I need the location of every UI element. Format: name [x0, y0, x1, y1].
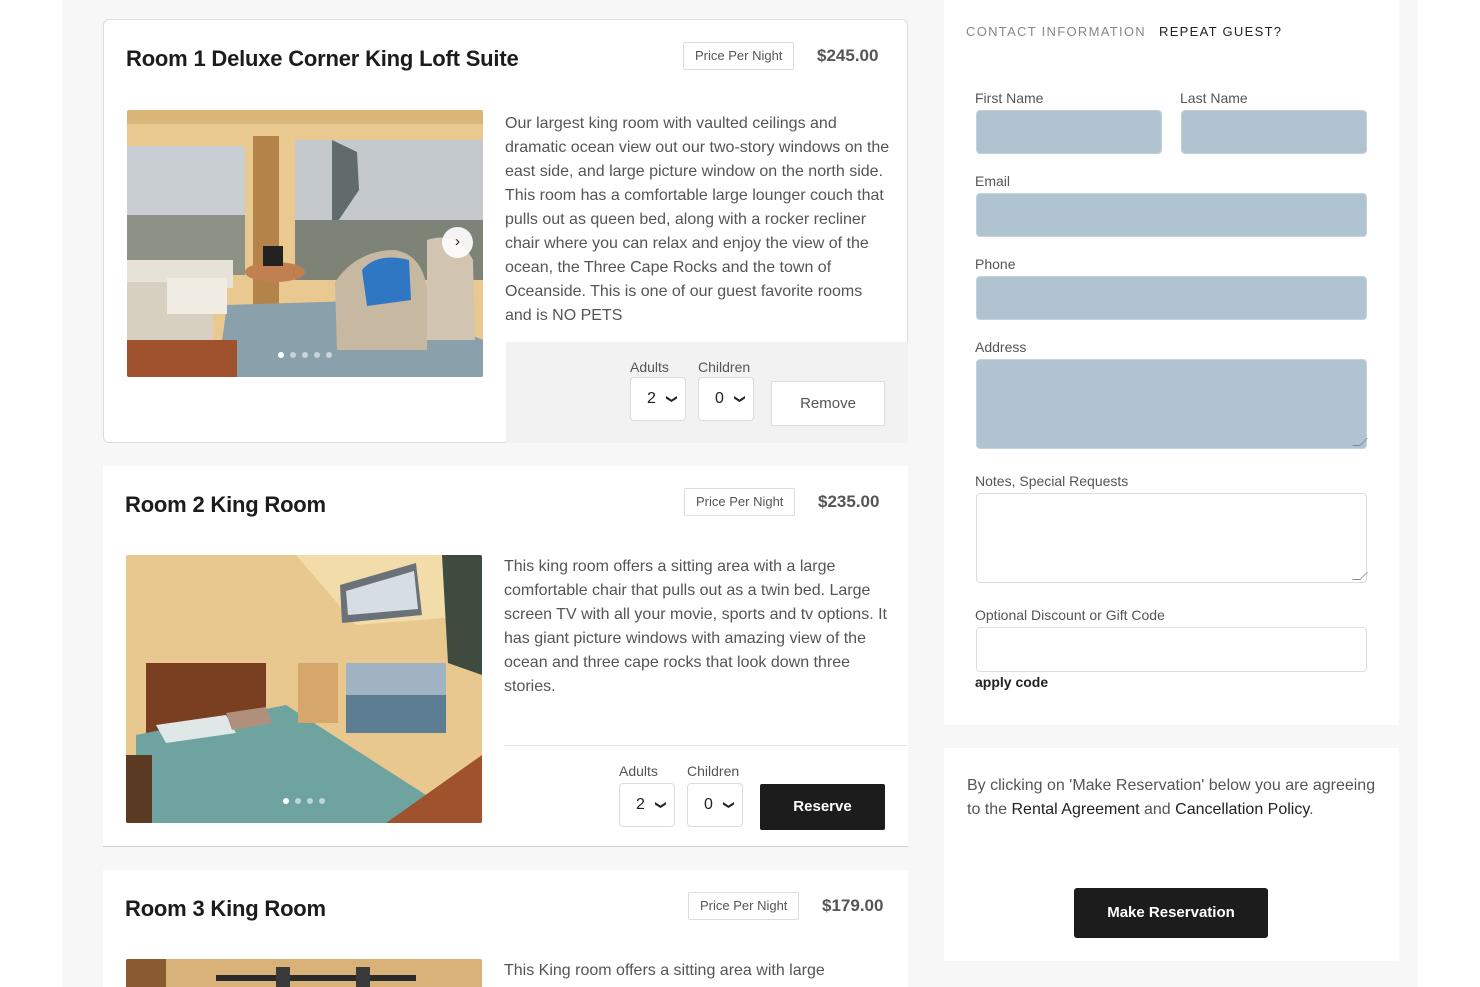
- carousel-dot[interactable]: [295, 798, 301, 804]
- carousel-dot[interactable]: [314, 352, 320, 358]
- carousel-dot[interactable]: [290, 352, 296, 358]
- room-price: $245.00: [817, 46, 879, 65]
- carousel-dot[interactable]: [302, 352, 308, 358]
- discount-code-field[interactable]: [976, 627, 1367, 672]
- room-photo: [126, 555, 482, 823]
- adults-label: Adults: [619, 763, 658, 779]
- chevron-down-icon: ❯: [733, 394, 746, 404]
- room-description: Our largest king room with vaulted ceili…: [505, 115, 890, 324]
- make-reservation-button[interactable]: Make Reservation: [1074, 888, 1268, 938]
- room-price: $179.00: [822, 896, 884, 915]
- adults-select[interactable]: 2 ❯: [630, 377, 686, 421]
- address-field[interactable]: [976, 359, 1368, 449]
- room-card-1: Room 1 Deluxe Corner King Loft Suite Pri…: [103, 19, 908, 443]
- resize-handle-icon[interactable]: [1352, 572, 1368, 580]
- room-title: Room 1 Deluxe Corner King Loft Suite: [126, 46, 519, 71]
- room-photo: [127, 110, 483, 377]
- carousel-dots: [127, 345, 483, 363]
- room-description: This king room offers a sitting area wit…: [504, 558, 887, 695]
- room-card-3: Room 3 King Room Price Per Night $179.00…: [103, 870, 908, 987]
- chevron-right-icon[interactable]: ›: [442, 227, 473, 258]
- cancellation-policy-link[interactable]: Cancellation Policy: [1175, 801, 1309, 818]
- agreement-card: By clicking on 'Make Reservation' below …: [944, 748, 1399, 961]
- children-label: Children: [698, 359, 751, 375]
- phone-label: Phone: [975, 256, 1016, 272]
- room-options-panel: Adults Children 2 ❯ 0 ❯ Remove: [506, 342, 908, 443]
- price-per-night-badge: Price Per Night: [683, 42, 795, 70]
- room-description: This King room offers a sitting area wit…: [504, 962, 825, 979]
- first-name-label: First Name: [975, 90, 1044, 106]
- agreement-text: By clicking on 'Make Reservation' below …: [967, 774, 1377, 822]
- notes-field[interactable]: [976, 493, 1368, 583]
- chevron-down-icon: ❯: [722, 800, 735, 810]
- carousel-dot[interactable]: [319, 798, 325, 804]
- tab-contact-information[interactable]: CONTACT INFORMATION: [966, 24, 1146, 39]
- address-label: Address: [975, 339, 1027, 355]
- tab-repeat-guest[interactable]: REPEAT GUEST?: [1159, 24, 1282, 39]
- children-select[interactable]: 0 ❯: [698, 377, 754, 421]
- adults-select[interactable]: 2 ❯: [619, 783, 675, 827]
- carousel-dots: [126, 791, 482, 809]
- carousel-dot[interactable]: [283, 798, 289, 804]
- room-photo-carousel[interactable]: [126, 555, 482, 823]
- room-title: Room 3 King Room: [125, 896, 326, 921]
- price-per-night-badge: Price Per Night: [684, 488, 796, 516]
- carousel-dot[interactable]: [326, 352, 332, 358]
- notes-label: Notes, Special Requests: [975, 473, 1129, 489]
- phone-field[interactable]: [976, 276, 1367, 320]
- room-title: Room 2 King Room: [125, 492, 326, 517]
- reserve-button[interactable]: Reserve: [760, 784, 885, 830]
- contact-form-card: CONTACT INFORMATION REPEAT GUEST? First …: [944, 0, 1399, 725]
- room-price: $235.00: [818, 492, 880, 511]
- last-name-field[interactable]: [1181, 110, 1367, 154]
- agreement-and: and: [1139, 801, 1176, 818]
- carousel-dot[interactable]: [278, 352, 284, 358]
- room-photo: [126, 959, 482, 987]
- children-select[interactable]: 0 ❯: [687, 783, 743, 827]
- email-field[interactable]: [976, 193, 1367, 237]
- email-label: Email: [975, 173, 1011, 189]
- children-label: Children: [687, 763, 740, 779]
- discount-label: Optional Discount or Gift Code: [975, 607, 1165, 623]
- room-options-panel: Adults Children 2 ❯ 0 ❯ Reserve: [505, 745, 907, 846]
- resize-handle-icon[interactable]: [1352, 438, 1368, 446]
- room-card-2: Room 2 King Room Price Per Night $235.00…: [103, 466, 908, 847]
- adults-label: Adults: [630, 359, 669, 375]
- price-per-night-badge: Price Per Night: [688, 892, 800, 920]
- remove-button[interactable]: Remove: [771, 381, 885, 426]
- carousel-dot[interactable]: [307, 798, 313, 804]
- agreement-period: .: [1309, 801, 1314, 818]
- apply-code-link[interactable]: apply code: [975, 674, 1048, 690]
- chevron-down-icon: ❯: [654, 800, 667, 810]
- room-photo-carousel[interactable]: [126, 959, 482, 987]
- first-name-field[interactable]: [976, 110, 1162, 154]
- room-photo-carousel[interactable]: ›: [127, 110, 483, 377]
- chevron-down-icon: ❯: [665, 394, 678, 404]
- rental-agreement-link[interactable]: Rental Agreement: [1011, 801, 1139, 818]
- last-name-label: Last Name: [1180, 90, 1248, 106]
